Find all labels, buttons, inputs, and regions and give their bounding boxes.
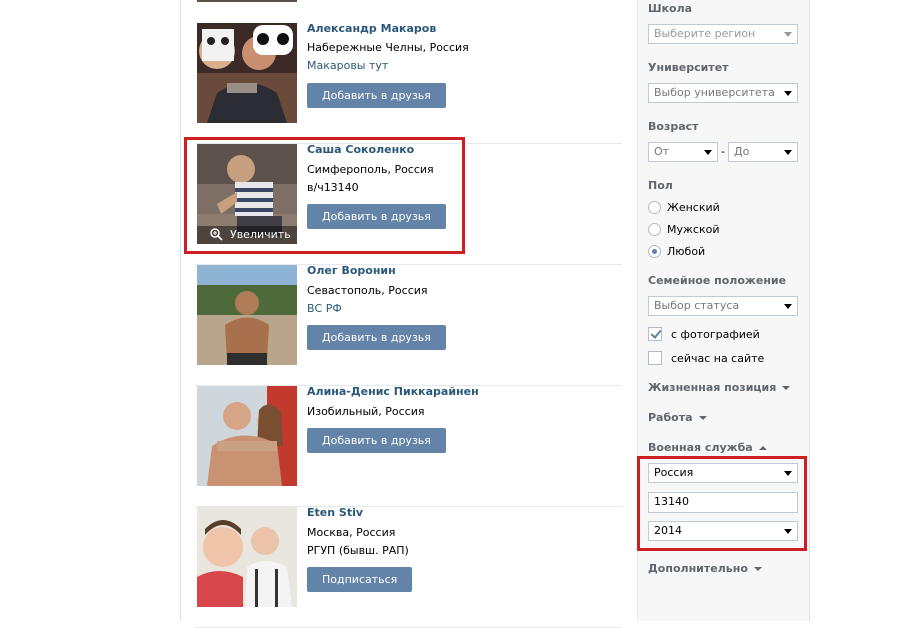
sex-any-radio[interactable] bbox=[648, 245, 661, 258]
sex-any-label[interactable]: Любой bbox=[667, 245, 705, 258]
person-city: Набережные Челны, Россия bbox=[307, 41, 469, 54]
university-label: Университет bbox=[648, 61, 729, 74]
person-name[interactable]: Александр Макаров bbox=[307, 22, 436, 35]
chevron-down-icon bbox=[784, 150, 792, 155]
person-city: Севастополь, Россия bbox=[307, 284, 428, 297]
age-from-value: От bbox=[654, 145, 670, 158]
add-friend-button[interactable]: Добавить в друзья bbox=[307, 428, 446, 453]
list-item: Eten Stiv Москва, Россия РГУП (бывш. РАП… bbox=[195, 506, 622, 628]
profile-photo[interactable] bbox=[197, 507, 297, 607]
person-extra: РГУП (бывш. РАП) bbox=[307, 544, 409, 557]
search-results: Александр Макаров Набережные Челны, Росс… bbox=[181, 0, 637, 628]
chevron-up-icon bbox=[758, 446, 767, 450]
age-to-value: До bbox=[734, 145, 750, 158]
person-city: Москва, Россия bbox=[307, 526, 396, 539]
age-label: Возраст bbox=[648, 120, 699, 133]
chevron-down-icon bbox=[784, 32, 792, 37]
work-toggle[interactable]: Работа bbox=[648, 411, 707, 424]
additional-toggle[interactable]: Дополнительно bbox=[648, 562, 762, 575]
add-friend-button[interactable]: Добавить в друзья bbox=[307, 325, 446, 350]
person-name[interactable]: Алина-Денис Пиккарайнен bbox=[307, 385, 479, 398]
chevron-down-icon bbox=[784, 304, 792, 309]
person-name[interactable]: Олег Воронин bbox=[307, 264, 396, 277]
age-separator: - bbox=[721, 145, 725, 158]
list-item: Олег Воронин Севастополь, Россия ВС РФ Д… bbox=[195, 264, 622, 386]
online-now-label[interactable]: сейчас на сайте bbox=[671, 352, 764, 365]
profile-photo-image bbox=[197, 265, 297, 365]
online-now-checkbox[interactable] bbox=[648, 351, 662, 365]
age-to-select[interactable]: До bbox=[728, 142, 798, 162]
with-photo-checkbox[interactable] bbox=[648, 327, 662, 341]
highlight-box bbox=[637, 456, 807, 551]
profile-photo[interactable] bbox=[197, 386, 297, 486]
sex-female-label[interactable]: Женский bbox=[667, 201, 720, 214]
chevron-down-icon bbox=[698, 416, 707, 420]
sex-male-radio[interactable] bbox=[648, 223, 661, 236]
military-service-label: Военная служба bbox=[648, 441, 753, 454]
sex-label: Пол bbox=[648, 179, 673, 192]
life-position-label: Жизненная позиция bbox=[648, 381, 777, 394]
profile-photo-image bbox=[197, 507, 297, 607]
marital-status-value: Выбор статуса bbox=[654, 299, 740, 312]
life-position-toggle[interactable]: Жизненная позиция bbox=[648, 381, 791, 394]
list-item: Александр Макаров Набережные Челны, Росс… bbox=[195, 22, 622, 144]
sex-female-radio[interactable] bbox=[648, 201, 661, 214]
profile-photo[interactable] bbox=[197, 265, 297, 365]
work-label: Работа bbox=[648, 411, 693, 424]
person-extra[interactable]: ВС РФ bbox=[307, 302, 342, 315]
military-service-toggle[interactable]: Военная служба bbox=[648, 441, 767, 454]
chevron-down-icon bbox=[704, 150, 712, 155]
subscribe-button[interactable]: Подписаться bbox=[307, 567, 413, 592]
person-city: Изобильный, Россия bbox=[307, 405, 425, 418]
age-from-select[interactable]: От bbox=[648, 142, 718, 162]
chevron-down-icon bbox=[784, 91, 792, 96]
university-select-value: Выбор университета bbox=[654, 86, 775, 99]
with-photo-label[interactable]: с фотографией bbox=[671, 328, 760, 341]
add-friend-button[interactable]: Добавить в друзья bbox=[307, 83, 446, 108]
chevron-down-icon bbox=[753, 567, 762, 571]
chevron-down-icon bbox=[782, 386, 791, 390]
additional-label: Дополнительно bbox=[648, 562, 748, 575]
person-name[interactable]: Eten Stiv bbox=[307, 506, 363, 519]
list-item: Алина-Денис Пиккарайнен Изобильный, Росс… bbox=[195, 385, 622, 507]
highlight-box bbox=[184, 137, 465, 254]
person-extra[interactable]: Макаровы тут bbox=[307, 59, 388, 72]
profile-photo-image bbox=[197, 386, 297, 486]
region-select-value: Выберите регион bbox=[654, 27, 756, 40]
school-label: Школа bbox=[648, 2, 693, 15]
marital-status-select[interactable]: Выбор статуса bbox=[648, 296, 798, 316]
marital-status-label: Семейное положение bbox=[648, 274, 787, 287]
sex-male-label[interactable]: Мужской bbox=[667, 223, 719, 236]
profile-photo-image bbox=[197, 23, 297, 123]
profile-photo[interactable] bbox=[197, 23, 297, 123]
previous-result-photo[interactable] bbox=[197, 0, 297, 2]
region-select[interactable]: Выберите регион bbox=[648, 24, 798, 44]
university-select[interactable]: Выбор университета bbox=[648, 83, 798, 103]
